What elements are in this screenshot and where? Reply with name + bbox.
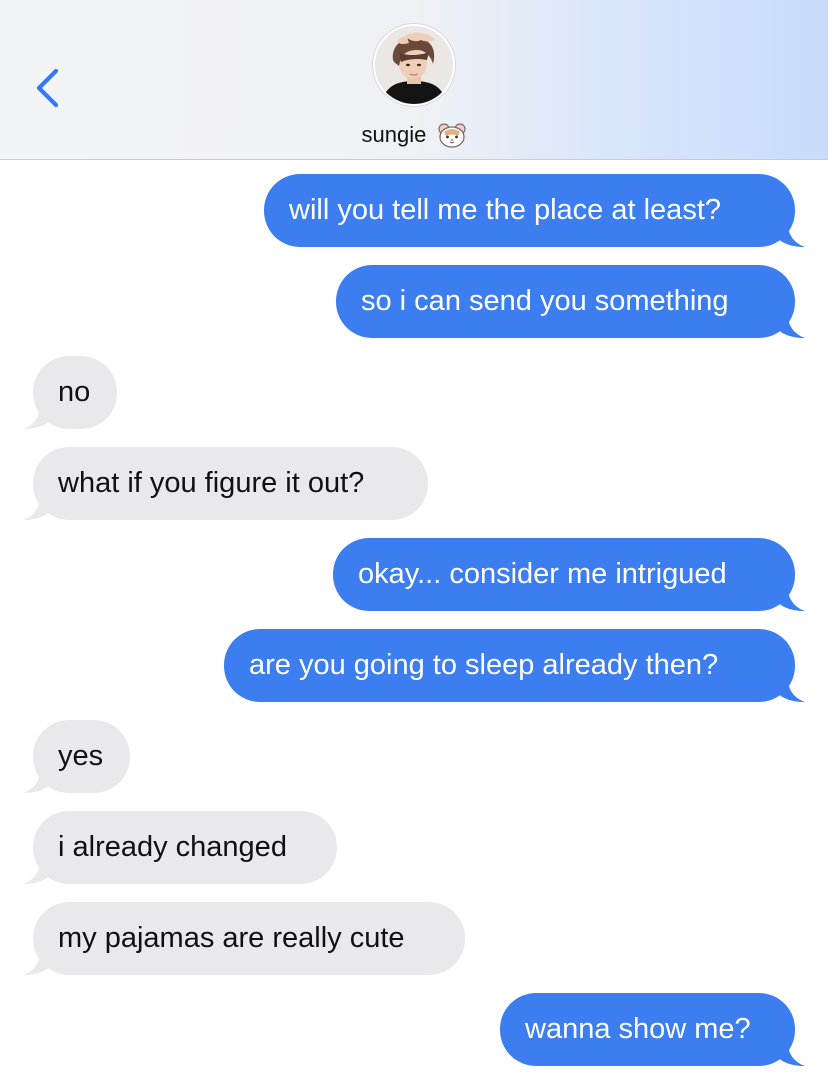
bubble-tail bbox=[23, 856, 51, 884]
message-bubble-sent[interactable]: will you tell me the place at least? bbox=[264, 174, 805, 247]
contact-name-row[interactable]: sungie bbox=[0, 117, 828, 152]
bubble-tail bbox=[23, 492, 51, 520]
message-text: so i can send you something bbox=[361, 285, 729, 317]
bubble-tail bbox=[777, 310, 805, 338]
conversation-header: sungie bbox=[0, 0, 828, 160]
message-bubble-sent[interactable]: are you going to sleep already then? bbox=[224, 629, 805, 702]
message-bubble-received[interactable]: i already changed bbox=[23, 811, 337, 884]
hamster-face-icon bbox=[438, 123, 467, 148]
bubble-tail bbox=[777, 219, 805, 247]
message-text: will you tell me the place at least? bbox=[289, 194, 721, 226]
bubble-tail bbox=[23, 947, 51, 975]
contact-name: sungie bbox=[361, 122, 427, 148]
back-button[interactable] bbox=[28, 62, 68, 114]
message-bubble-sent[interactable]: okay... consider me intrigued bbox=[333, 538, 805, 611]
bubble-tail bbox=[777, 1038, 805, 1066]
bubble-tail bbox=[777, 583, 805, 611]
message-bubble-received[interactable]: no bbox=[23, 356, 117, 429]
message-bubble-sent[interactable]: so i can send you something bbox=[336, 265, 805, 338]
chevron-left-icon bbox=[36, 68, 59, 108]
contact-avatar[interactable] bbox=[373, 24, 455, 106]
message-text: no bbox=[58, 376, 91, 408]
message-text: are you going to sleep already then? bbox=[249, 649, 719, 681]
message-bubble-received[interactable]: my pajamas are really cute bbox=[23, 902, 465, 975]
message-bubble-received[interactable]: yes bbox=[23, 720, 130, 793]
message-text: wanna show me? bbox=[525, 1013, 751, 1045]
message-text: what if you figure it out? bbox=[58, 467, 365, 499]
bubble-tail bbox=[777, 674, 805, 702]
avatar-photo bbox=[375, 26, 453, 104]
imessage-conversation-screen: sungie will you tell me the place at lea… bbox=[0, 0, 828, 1083]
message-text: yes bbox=[58, 740, 104, 772]
bubble-tail bbox=[23, 765, 51, 793]
message-text: my pajamas are really cute bbox=[58, 922, 405, 954]
message-text: okay... consider me intrigued bbox=[358, 558, 727, 590]
message-bubble-sent[interactable]: wanna show me? bbox=[500, 993, 805, 1066]
bubble-tail bbox=[23, 401, 51, 429]
message-text: i already changed bbox=[58, 831, 287, 863]
message-bubble-received[interactable]: what if you figure it out? bbox=[23, 447, 428, 520]
